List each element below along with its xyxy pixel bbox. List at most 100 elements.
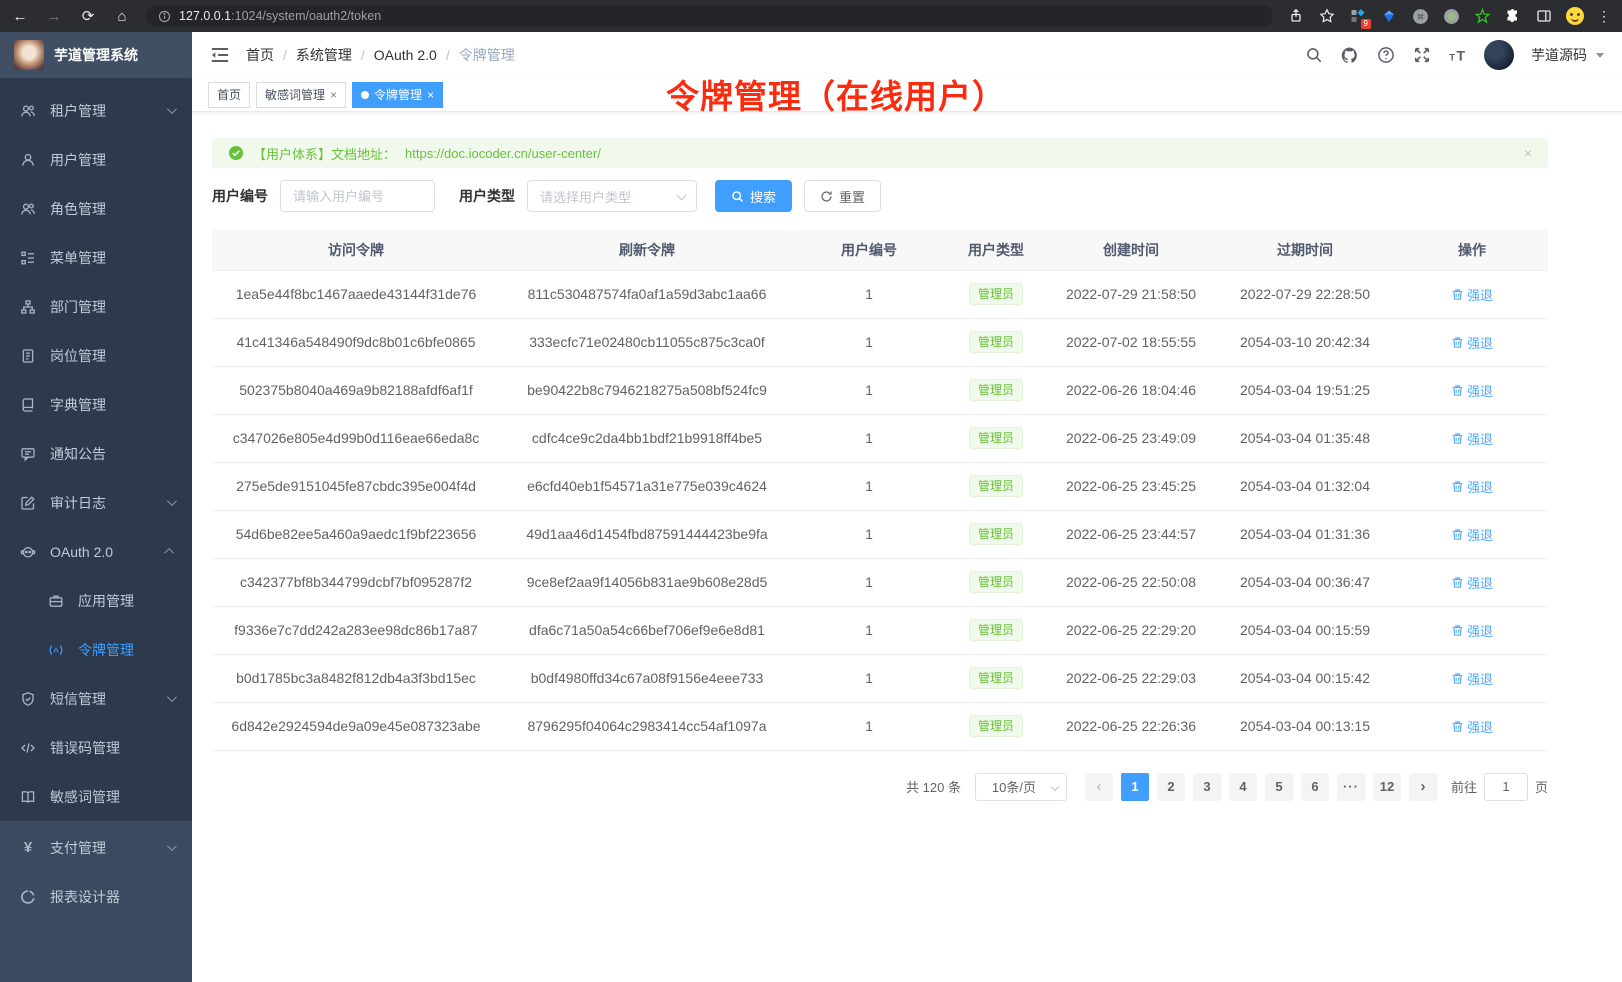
sidebar-item-audit-log[interactable]: 审计日志 (0, 478, 192, 527)
sidebar-item-dict[interactable]: 字典管理 (0, 380, 192, 429)
users-icon (20, 103, 36, 119)
address-bar[interactable]: 127.0.0.1:1024/system/oauth2/token (146, 5, 1273, 27)
search-button[interactable]: 搜索 (715, 180, 792, 212)
id-badge-icon (20, 348, 36, 364)
page-number-button[interactable]: ··· (1337, 773, 1365, 801)
username[interactable]: 芋道源码 (1531, 45, 1587, 65)
breadcrumb-oauth2[interactable]: OAuth 2.0 (374, 47, 437, 63)
app-logo-band[interactable]: 芋道管理系统 (0, 32, 192, 78)
action-cell: 强退 (1396, 318, 1548, 366)
trash-icon (1451, 480, 1464, 493)
page-number-button[interactable]: 12 (1373, 773, 1401, 801)
font-size-icon[interactable]: TT (1448, 46, 1467, 65)
close-icon[interactable]: × (330, 88, 337, 102)
sidebar-item-notice[interactable]: 通知公告 (0, 429, 192, 478)
reset-button[interactable]: 重置 (804, 180, 881, 212)
collapse-menu-icon[interactable] (210, 45, 230, 65)
help-icon[interactable] (1376, 46, 1395, 65)
expire-time-cell: 2054-03-04 00:13:15 (1214, 702, 1396, 750)
url-host: 127.0.0.1 (179, 9, 231, 23)
access-token-cell: 1ea5e44f8bc1467aaede43144f31de76 (212, 270, 500, 318)
expire-time-cell: 2054-03-04 01:32:04 (1214, 462, 1396, 510)
fullscreen-icon[interactable] (1412, 46, 1431, 65)
user-avatar[interactable] (1484, 40, 1514, 70)
refresh-token-cell: e6cfd40eb1f54571a31e775e039c4624 (500, 462, 794, 510)
table-row: f9336e7c7dd242a283ee98dc86b17a87 dfa6c71… (212, 606, 1548, 654)
github-icon[interactable] (1340, 46, 1359, 65)
user-id-cell: 1 (794, 702, 944, 750)
close-icon[interactable]: × (427, 88, 434, 102)
prev-page-button[interactable]: ‹ (1085, 773, 1113, 801)
tab-token[interactable]: 令牌管理× (352, 82, 443, 108)
browser-forward-icon[interactable]: → (44, 8, 64, 25)
sidebar-item-oauth2-app[interactable]: 应用管理 (0, 576, 192, 625)
refresh-token-cell: 49d1aa46d1454fbd87591444423be9fa (500, 510, 794, 558)
page-number-button[interactable]: 6 (1301, 773, 1329, 801)
broadcast-icon: A (48, 642, 64, 658)
browser-menu-icon[interactable]: ⋮ (1597, 8, 1612, 25)
goto-page-input[interactable] (1484, 773, 1528, 801)
browser-home-icon[interactable]: ⌂ (112, 8, 132, 25)
user-type-select[interactable]: 请选择用户类型 (527, 180, 697, 212)
sidebar-item-pay[interactable]: ¥ 支付管理 (0, 823, 192, 872)
page-number-button[interactable]: 3 (1193, 773, 1221, 801)
doc-link[interactable]: https://doc.iocoder.cn/user-center/ (405, 146, 601, 161)
force-logout-link[interactable]: 强退 (1451, 717, 1493, 736)
sidebar-item-user[interactable]: 用户管理 (0, 135, 192, 184)
force-logout-link[interactable]: 强退 (1451, 573, 1493, 592)
gem-extension-icon[interactable] (1380, 7, 1398, 25)
alert-close-icon[interactable]: × (1524, 145, 1532, 161)
force-logout-link[interactable]: 强退 (1451, 477, 1493, 496)
tab-sensitive-word[interactable]: 敏感词管理× (256, 82, 346, 108)
page-number-button[interactable]: 5 (1265, 773, 1293, 801)
sidebar-item-dept[interactable]: 部门管理 (0, 282, 192, 331)
puzzle-extensions-icon[interactable] (1504, 7, 1522, 25)
bookmark-star-icon[interactable] (1318, 7, 1336, 25)
search-icon[interactable] (1304, 46, 1323, 65)
sidebar-item-errcode[interactable]: 错误码管理 (0, 723, 192, 772)
page-number-button[interactable]: 1 (1121, 773, 1149, 801)
create-time-cell: 2022-07-29 21:58:50 (1048, 270, 1214, 318)
side-panel-icon[interactable] (1535, 7, 1553, 25)
user-menu-caret-icon[interactable] (1596, 53, 1604, 58)
page-size-select[interactable]: 10条/页 (975, 773, 1067, 801)
force-logout-link[interactable]: 强退 (1451, 381, 1493, 400)
page-number-button[interactable]: 4 (1229, 773, 1257, 801)
app-title: 芋道管理系统 (54, 45, 138, 65)
force-logout-link[interactable]: 强退 (1451, 669, 1493, 688)
green-circle-extension-icon[interactable] (1442, 7, 1460, 25)
page-number-button[interactable]: 2 (1157, 773, 1185, 801)
force-logout-link[interactable]: 强退 (1451, 333, 1493, 352)
browser-reload-icon[interactable]: ⟳ (78, 7, 98, 25)
profile-avatar-emoji[interactable] (1566, 7, 1584, 25)
site-info-icon[interactable] (158, 10, 171, 23)
sidebar-item-oauth2[interactable]: OAuth 2.0 (0, 527, 192, 576)
next-page-button[interactable]: › (1409, 773, 1437, 801)
user-id-cell: 1 (794, 270, 944, 318)
extension-grid-icon[interactable]: 9 (1349, 7, 1367, 25)
sidebar-item-role[interactable]: 角色管理 (0, 184, 192, 233)
breadcrumb-system[interactable]: 系统管理 (296, 45, 352, 65)
green-star-extension-icon[interactable] (1473, 7, 1491, 25)
sidebar-item-report-designer[interactable]: 报表设计器 (0, 872, 192, 921)
refresh-token-cell: dfa6c71a50a54c66bef706ef9e6e8d81 (500, 606, 794, 654)
breadcrumb-home[interactable]: 首页 (246, 45, 274, 65)
sidebar-item-sensitive-word[interactable]: 敏感词管理 (0, 772, 192, 821)
force-logout-link[interactable]: 强退 (1451, 621, 1493, 640)
user-id-input[interactable] (280, 180, 435, 212)
force-logout-link[interactable]: 强退 (1451, 429, 1493, 448)
share-icon[interactable] (1287, 7, 1305, 25)
sidebar-item-tenant[interactable]: 租户管理 (0, 86, 192, 135)
gray-circle-extension-icon[interactable]: ⌘ (1411, 7, 1429, 25)
sidebar-item-menu[interactable]: 菜单管理 (0, 233, 192, 282)
user-type-badge: 管理员 (969, 619, 1023, 641)
tab-home[interactable]: 首页 (208, 82, 250, 108)
force-logout-link[interactable]: 强退 (1451, 525, 1493, 544)
sidebar-item-post[interactable]: 岗位管理 (0, 331, 192, 380)
sidebar-item-oauth2-token[interactable]: A 令牌管理 (0, 625, 192, 674)
browser-back-icon[interactable]: ← (10, 8, 30, 25)
sidebar-item-sms[interactable]: 短信管理 (0, 674, 192, 723)
col-refresh-token: 刷新令牌 (500, 230, 794, 270)
force-logout-link[interactable]: 强退 (1451, 285, 1493, 304)
action-cell: 强退 (1396, 414, 1548, 462)
